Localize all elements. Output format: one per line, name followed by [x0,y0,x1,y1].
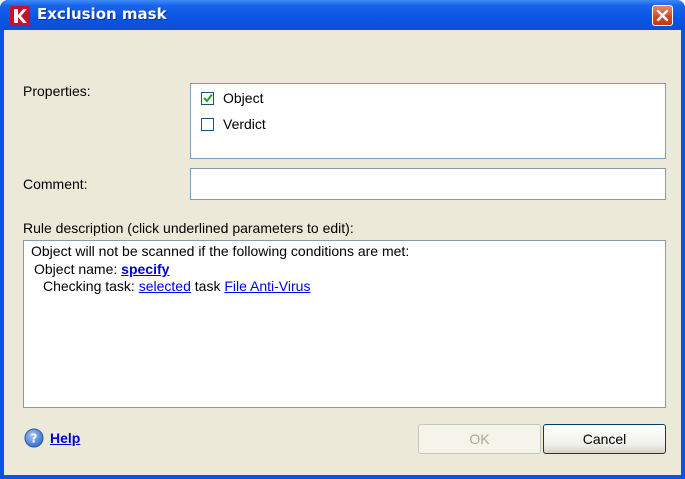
rule-line-checking-task: Checking task: selected task File Anti-V… [43,278,310,294]
ok-button[interactable]: OK [418,424,541,454]
rule-line-conditions: Object will not be scanned if the follow… [31,243,410,259]
close-x-icon [656,9,669,22]
rule-description-label: Rule description (click underlined param… [23,220,354,236]
svg-text:?: ? [31,432,38,446]
help-question-icon: ? [24,428,44,448]
property-object-row[interactable]: Object [201,90,263,106]
help-label: Help [50,430,81,446]
rule-description-box: Object will not be scanned if the follow… [23,240,666,408]
rule-line-object-name: Object name: specify [34,261,169,277]
cancel-button[interactable]: Cancel [543,424,666,454]
properties-label: Properties: [23,83,91,99]
specify-link[interactable]: specify [121,261,169,277]
object-name-prefix: Object name: [34,261,122,277]
checking-task-prefix: Checking task: [43,278,139,294]
dialog-window: Exclusion mask Properties: Object Verdic… [0,0,685,479]
verdict-checkbox-label: Verdict [223,116,266,132]
close-button[interactable] [652,5,673,26]
help-link[interactable]: ? Help [24,428,80,448]
checkmark-icon [202,93,213,103]
kaspersky-k-icon [10,6,30,26]
comment-label: Comment: [23,176,88,192]
selected-link[interactable]: selected [139,278,191,294]
comment-input[interactable] [190,168,666,200]
property-verdict-row[interactable]: Verdict [201,116,266,132]
object-checkbox[interactable] [201,91,214,105]
title-bar[interactable]: Exclusion mask [0,0,685,30]
object-checkbox-label: Object [223,90,264,106]
properties-list: Object Verdict [190,83,666,159]
verdict-checkbox[interactable] [201,117,214,131]
file-anti-virus-link[interactable]: File Anti-Virus [224,278,310,294]
window-title: Exclusion mask [37,5,167,23]
task-word: task [190,278,225,294]
